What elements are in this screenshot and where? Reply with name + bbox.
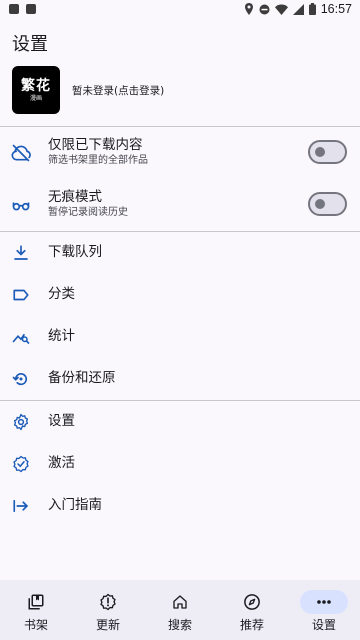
categories-item[interactable]: 分类 (0, 274, 360, 316)
query-stats-icon (10, 326, 32, 348)
nav-label: 书架 (23, 618, 48, 632)
updates-icon (84, 590, 132, 614)
dnd-icon (259, 4, 270, 14)
downloaded-only-subtitle: 筛选书架里的全部作品 (48, 155, 148, 166)
incognito-toggle[interactable] (308, 192, 347, 216)
bottom-navigation: 书架 更新 搜索 推荐 设置 (0, 580, 360, 640)
gallery-notification-icon (9, 4, 19, 14)
incognito-title: 无痕模式 (48, 189, 102, 205)
nav-label: 推荐 (239, 618, 264, 632)
nav-label: 搜索 (167, 618, 192, 632)
activate-title: 激活 (48, 455, 75, 471)
download-queue-title: 下载队列 (48, 244, 102, 260)
battery-icon (308, 3, 316, 15)
stats-title: 统计 (48, 328, 75, 344)
settings-item[interactable]: 设置 (0, 401, 360, 443)
font-notification-icon (26, 4, 36, 14)
home-icon (156, 590, 204, 614)
compass-icon (228, 590, 276, 614)
categories-title: 分类 (48, 286, 75, 302)
toggle-knob (315, 199, 325, 209)
downloaded-only-setting[interactable]: 仅限已下载内容 筛选书架里的全部作品 (0, 128, 360, 178)
backup-title: 备份和还原 (48, 370, 116, 386)
download-icon (10, 242, 32, 264)
app-logo: 繁花 漫画 (12, 66, 60, 114)
library-icon (12, 590, 60, 614)
gear-icon (10, 411, 32, 433)
logo-text: 繁花 (21, 77, 51, 94)
settings-title: 设置 (48, 413, 75, 429)
signal-icon (292, 3, 304, 15)
clock: 16:57 (320, 2, 352, 16)
downloaded-only-title: 仅限已下载内容 (48, 137, 143, 153)
verified-icon (10, 453, 32, 475)
settings-backup-restore-icon (10, 368, 32, 390)
nav-settings[interactable]: 设置 (288, 580, 360, 640)
toggle-knob (315, 147, 325, 157)
nav-search[interactable]: 搜索 (144, 580, 216, 640)
start-icon (10, 495, 32, 517)
guide-title: 入门指南 (48, 497, 102, 513)
download-queue-item[interactable]: 下载队列 (0, 232, 360, 274)
nav-recommend[interactable]: 推荐 (216, 580, 288, 640)
activate-item[interactable]: 激活 (0, 443, 360, 485)
incognito-setting[interactable]: 无痕模式 暂停记录阅读历史 (0, 180, 360, 230)
location-icon (244, 3, 253, 15)
nav-library[interactable]: 书架 (0, 580, 72, 640)
guide-item[interactable]: 入门指南 (0, 485, 360, 527)
page-title: 设置 (12, 34, 48, 55)
status-bar: 16:57 (0, 0, 360, 18)
nav-label: 更新 (95, 618, 120, 632)
logo-subtext: 漫画 (29, 94, 42, 102)
wifi-icon (274, 4, 288, 15)
incognito-subtitle: 暂停记录阅读历史 (48, 207, 128, 218)
label-icon (10, 284, 32, 306)
login-text: 暂未登录(点击登录) (72, 84, 165, 97)
nav-label: 设置 (311, 618, 336, 632)
backup-item[interactable]: 备份和还原 (0, 358, 360, 400)
glasses-icon (10, 194, 32, 216)
divider (0, 126, 360, 127)
profile-login[interactable]: 繁花 漫画 暂未登录(点击登录) (12, 66, 164, 114)
downloaded-only-toggle[interactable] (308, 140, 347, 164)
more-icon (300, 590, 348, 614)
cloud-off-icon (10, 142, 32, 164)
nav-updates[interactable]: 更新 (72, 580, 144, 640)
stats-item[interactable]: 统计 (0, 316, 360, 358)
